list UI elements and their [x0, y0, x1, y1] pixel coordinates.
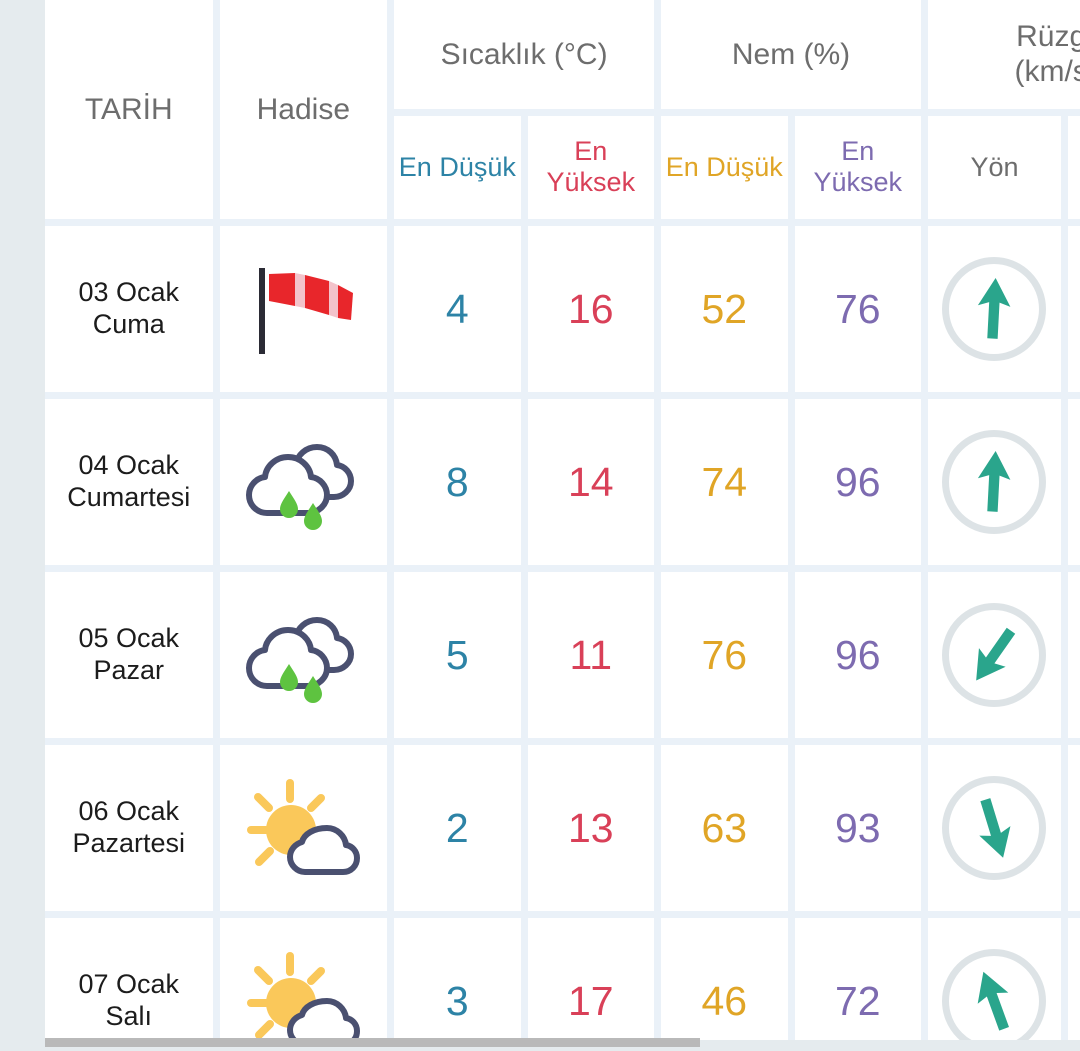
header-wind-speed: Hız: [1067, 115, 1080, 219]
forecast-date-day: 07 Ocak: [78, 969, 180, 1000]
forecast-wind-direction-cell: [927, 745, 1061, 911]
table-row: 03 OcakCuma 4165276 17: [45, 226, 1080, 392]
forecast-date-cell: 03 Ocak Cuma: [45, 226, 213, 392]
windsock-icon: [259, 268, 354, 354]
table-header: TARİH Hadise Sıcaklık (°C) Nem (%) Rüzga…: [45, 0, 1080, 219]
wind-arrow-north-icon: [978, 450, 1011, 512]
forecast-wind-speed: 10: [1067, 399, 1080, 565]
forecast-wind-speed: 17: [1067, 226, 1080, 392]
wind-arrow-northwest-icon: [978, 971, 1010, 1031]
header-temp-max-line2: Yüksek: [546, 167, 636, 198]
forecast-condition-cell: [219, 226, 388, 392]
forecast-date-day: 03 Ocak: [78, 277, 180, 308]
forecast-humidity-min: 46: [661, 918, 788, 1040]
header-temp-min-line1: En: [398, 151, 432, 182]
header-hum-max-line2: Yüksek: [813, 167, 903, 198]
header-hum-min: En Düşük: [661, 115, 788, 219]
header-temp-max: En Yüksek: [527, 115, 655, 219]
forecast-temp-max: 17: [527, 918, 655, 1040]
forecast-wind-speed: 4: [1067, 745, 1080, 911]
forecast-humidity-min: 74: [661, 399, 788, 565]
forecast-wind-direction-cell: [927, 226, 1061, 392]
forecast-condition-cell: [219, 918, 388, 1040]
forecast-date-weekday: Cuma: [92, 309, 165, 339]
wind-direction-dial: [942, 430, 1047, 534]
header-wind-group-label: Rüzgar: [1016, 19, 1080, 53]
header-temp-min-line2: Düşük: [439, 151, 516, 182]
forecast-temp-min: 5: [394, 572, 521, 738]
partly-cloudy-icon: [247, 779, 361, 875]
forecast-date-cell: 04 Ocak Cumartesi: [45, 399, 213, 565]
forecast-date-weekday: Pazar: [93, 655, 165, 685]
forecast-temp-min: 4: [394, 226, 521, 392]
forecast-humidity-max: 76: [794, 226, 921, 392]
header-hum-min-line2: Düşük: [706, 151, 783, 182]
header-hum-min-line1: En: [665, 151, 699, 182]
header-humidity-group: Nem (%): [661, 0, 921, 109]
forecast-temp-min: 8: [394, 399, 521, 565]
forecast-temp-min: 2: [394, 745, 521, 911]
forecast-wind-direction-cell: [927, 572, 1061, 738]
wind-arrow-southwest-icon: [976, 627, 1016, 681]
forecast-temp-max: 16: [527, 226, 655, 392]
forecast-condition-cell: [219, 572, 388, 738]
forecast-temp-max: 13: [527, 745, 655, 911]
table-body: 03 OcakCuma41652761704 OcakCumartesi8147…: [45, 226, 1080, 1040]
forecast-date-weekday: Salı: [105, 1001, 153, 1031]
table-row: 07 OcakSalı 3174672 8: [45, 918, 1080, 1040]
forecast-temp-max: 14: [527, 399, 655, 565]
header-wind-group: Rüzgar (km/sa): [927, 0, 1080, 109]
forecast-wind-direction-cell: [927, 399, 1061, 565]
forecast-date-cell: 06 Ocak Pazartesi: [45, 745, 213, 911]
wind-direction-dial: [942, 776, 1047, 880]
forecast-date-cell: 05 Ocak Pazar: [45, 572, 213, 738]
partly-cloudy-icon: [247, 952, 361, 1040]
header-temperature-group: Sıcaklık (°C): [394, 0, 655, 109]
forecast-date-day: 04 Ocak: [78, 450, 180, 481]
forecast-humidity-min: 76: [661, 572, 788, 738]
rainy-clouds-icon: [246, 444, 355, 530]
forecast-condition-cell: [219, 745, 388, 911]
forecast-date-day: 05 Ocak: [78, 623, 180, 654]
header-hum-max: En Yüksek: [794, 115, 921, 219]
forecast-condition-cell: [219, 399, 388, 565]
forecast-temp-max: 11: [527, 572, 655, 738]
forecast-wind-speed: 8: [1067, 918, 1080, 1040]
header-date: TARİH: [45, 0, 213, 219]
weather-forecast-page: TARİH Hadise Sıcaklık (°C) Nem (%) Rüzga…: [0, 0, 1080, 1051]
forecast-humidity-max: 96: [794, 399, 921, 565]
wind-arrow-south-icon: [979, 798, 1011, 858]
wind-direction-dial: [942, 949, 1047, 1040]
forecast-humidity-max: 93: [794, 745, 921, 911]
forecast-table-scroll-viewport[interactable]: TARİH Hadise Sıcaklık (°C) Nem (%) Rüzga…: [45, 0, 1080, 1040]
forecast-wind-speed: 6: [1067, 572, 1080, 738]
forecast-date-day: 06 Ocak: [78, 796, 180, 827]
forecast-humidity-max: 72: [794, 918, 921, 1040]
header-wind-direction: Yön: [927, 115, 1061, 219]
table-row: 05 OcakPazar 5117696 6: [45, 572, 1080, 738]
rainy-clouds-icon: [246, 617, 355, 703]
header-wind-group-unit: (km/sa): [1014, 55, 1080, 89]
header-hum-max-line1: En: [841, 135, 875, 166]
forecast-humidity-min: 52: [661, 226, 788, 392]
wind-direction-dial: [942, 603, 1047, 707]
forecast-date-weekday: Pazartesi: [72, 828, 186, 858]
forecast-humidity-max: 96: [794, 572, 921, 738]
header-hadise: Hadise: [219, 0, 388, 219]
header-temp-max-line1: En: [574, 135, 608, 166]
table-row: 06 OcakPazartesi 2136393 4: [45, 745, 1080, 911]
table-row: 04 OcakCumartesi 8147496 10: [45, 399, 1080, 565]
horizontal-scrollbar[interactable]: [45, 1036, 1080, 1048]
forecast-date-cell: 07 Ocak Salı: [45, 918, 213, 1040]
wind-direction-dial: [942, 257, 1047, 361]
forecast-wind-direction-cell: [927, 918, 1061, 1040]
forecast-temp-min: 3: [394, 918, 521, 1040]
horizontal-scrollbar-thumb[interactable]: [45, 1038, 700, 1047]
forecast-date-weekday: Cumartesi: [67, 482, 191, 512]
forecast-humidity-min: 63: [661, 745, 788, 911]
weather-forecast-table: TARİH Hadise Sıcaklık (°C) Nem (%) Rüzga…: [45, 0, 1080, 1040]
wind-arrow-north-icon: [978, 277, 1011, 339]
header-temp-min: En Düşük: [394, 115, 521, 219]
